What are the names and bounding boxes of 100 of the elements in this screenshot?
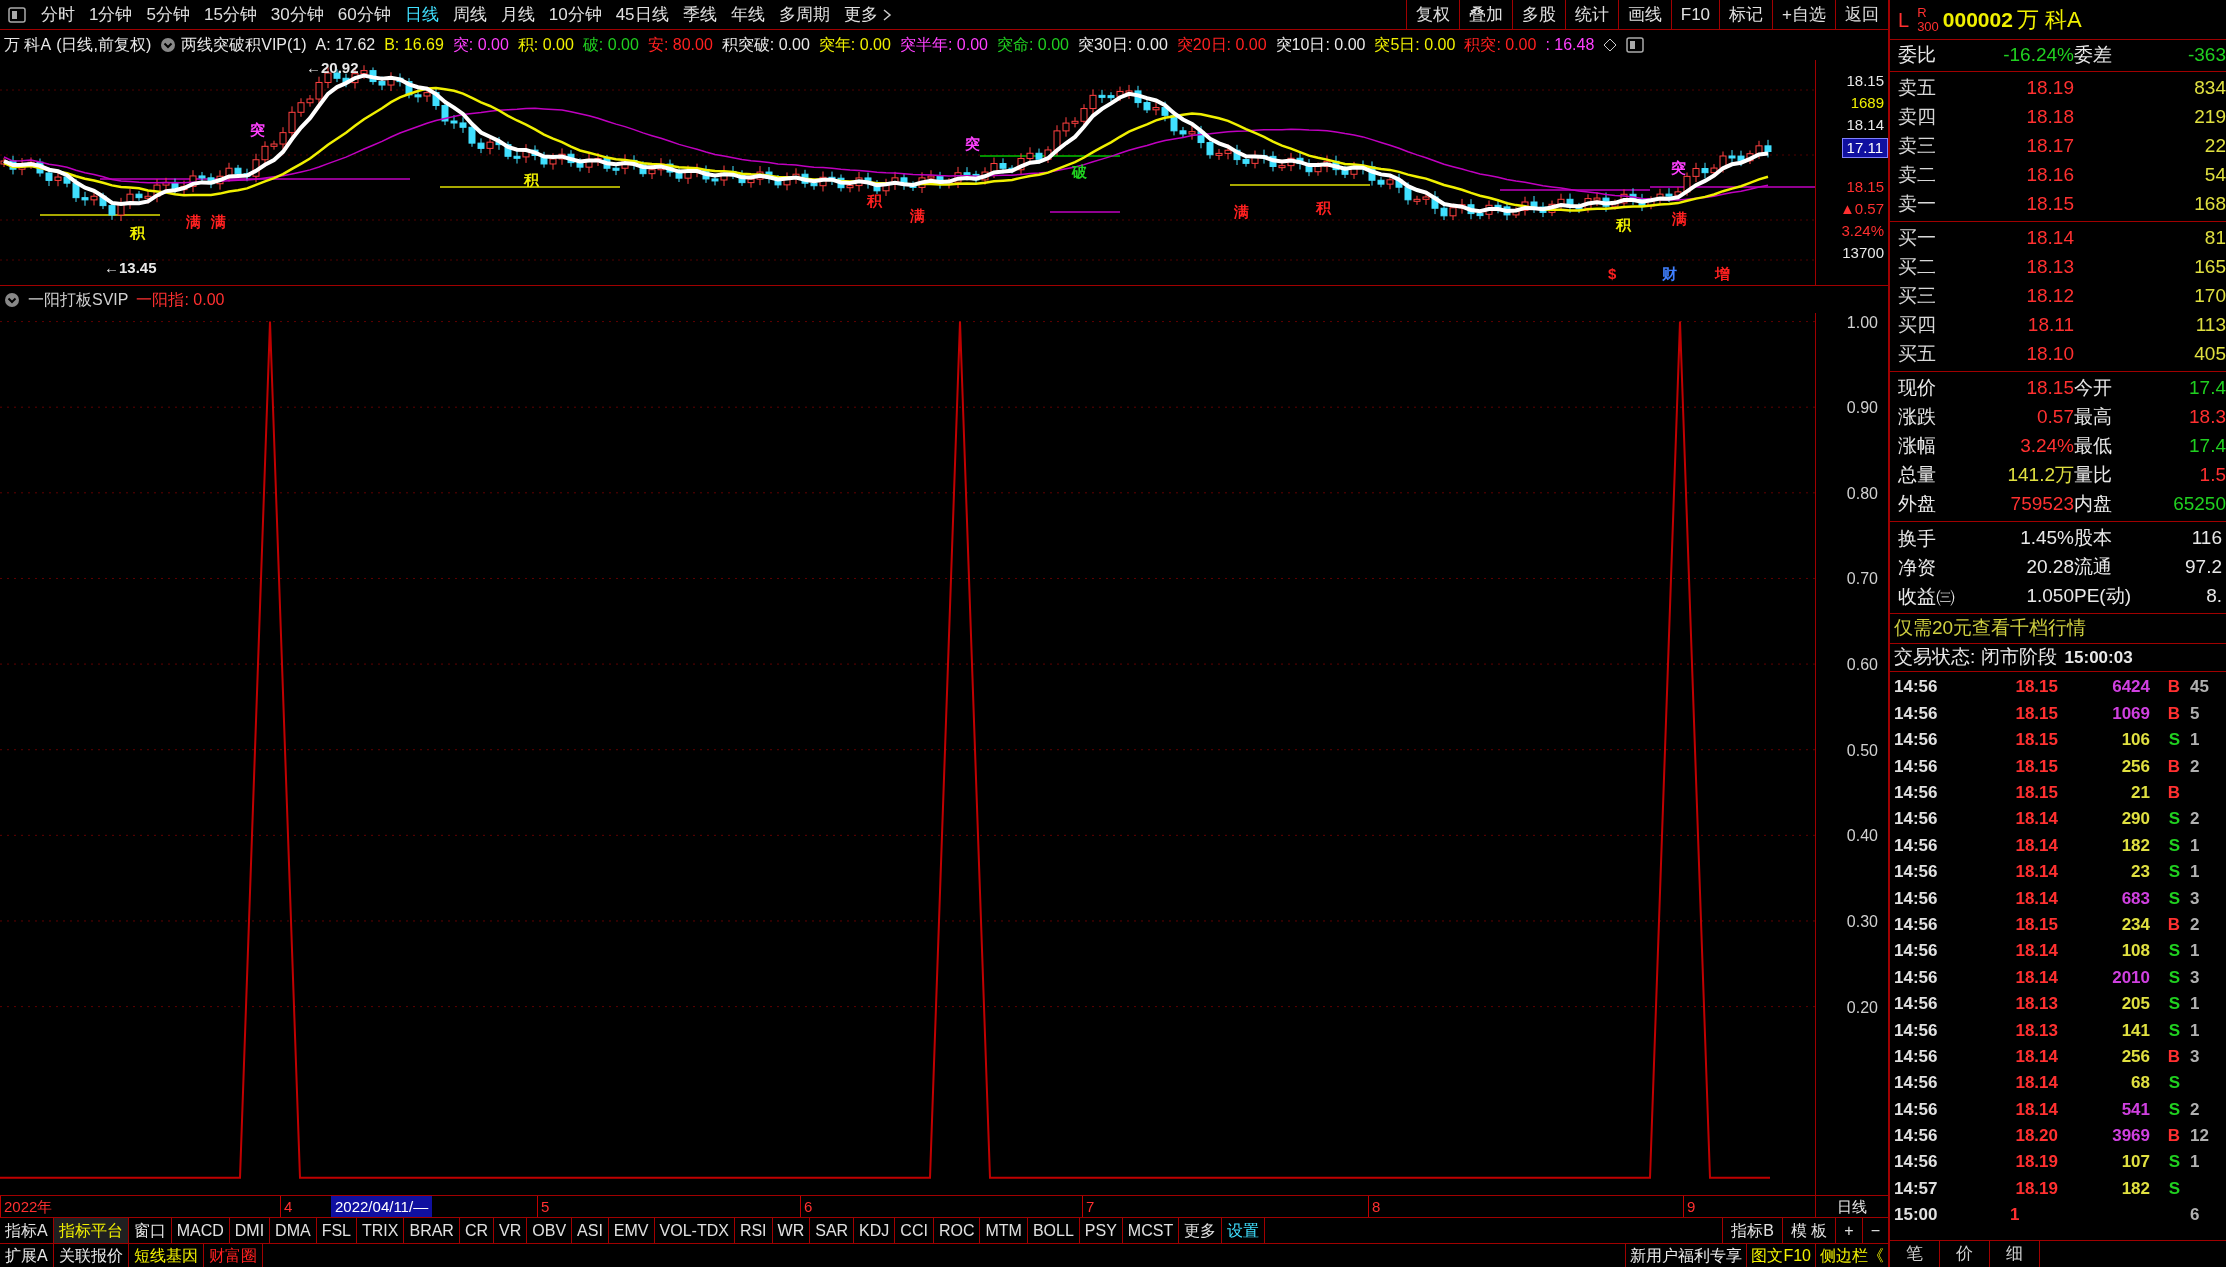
indicator-tab[interactable]: 更多 — [1179, 1218, 1223, 1243]
indicator-tab[interactable]: BRAR — [404, 1218, 460, 1243]
tick-volume: 205 — [2120, 993, 2150, 1016]
axis-tick-label: 0.60 — [1846, 656, 1878, 674]
period-tab[interactable]: 周线 — [445, 0, 494, 29]
tick-volume: 3969 — [2111, 1125, 2150, 1148]
toolbar-button[interactable]: 复权 — [1405, 0, 1459, 29]
period-tab[interactable]: 分时 — [34, 0, 82, 29]
indicator-tab[interactable]: OBV — [527, 1218, 573, 1243]
footer-tab[interactable]: 扩展A — [0, 1244, 54, 1267]
indicator-tab[interactable]: EMV — [608, 1218, 655, 1243]
price-axis-label: 18.15 — [1846, 72, 1884, 90]
period-tab[interactable]: 1分钟 — [82, 0, 140, 29]
panel-button[interactable]: 指标B — [1722, 1218, 1782, 1243]
indicator-tab[interactable]: CR — [459, 1218, 495, 1243]
dropdown-icon[interactable] — [160, 37, 177, 53]
diamond-icon[interactable] — [1603, 38, 1618, 52]
status-time: 15:00:03 — [2064, 646, 2133, 669]
indicator-tab[interactable]: 窗口 — [128, 1218, 172, 1243]
indicator-tab[interactable]: DMA — [270, 1218, 317, 1243]
period-tab[interactable]: 月线 — [493, 0, 542, 29]
toolbar-button[interactable]: 返回 — [1835, 0, 1888, 29]
footer-link[interactable]: 新用户福利专享 — [1625, 1244, 1747, 1267]
footer-link[interactable]: 图文F10 — [1746, 1244, 1815, 1267]
price-axis-label: 13700 — [1842, 244, 1884, 262]
detail-tab[interactable]: 细 — [1990, 1241, 2040, 1267]
indicator-tab[interactable]: BOLL — [1027, 1218, 1080, 1243]
indicator-tab[interactable]: DMI — [229, 1218, 271, 1243]
indicator-tab[interactable]: ROC — [933, 1218, 981, 1243]
period-tab[interactable]: 日线 — [397, 0, 446, 29]
period-tab[interactable]: 季线 — [675, 0, 724, 29]
indicator-value: 突30日: 0.00 — [1077, 35, 1168, 55]
time-axis-label: 9 — [1683, 1196, 1696, 1217]
toolbar-button[interactable]: 多股 — [1511, 0, 1565, 29]
tick-volume: 141 — [2120, 1019, 2150, 1042]
trade-side: S — [2167, 729, 2180, 752]
footer-tab[interactable]: 财富圈 — [203, 1244, 263, 1267]
detail-tab[interactable]: 价 — [1940, 1241, 1990, 1267]
period-tab[interactable]: 5分钟 — [139, 0, 197, 29]
toolbar-button[interactable]: 统计 — [1564, 0, 1618, 29]
tick-price: 18.13 — [2014, 993, 2058, 1016]
indicator-value: 突半年: 0.00 — [899, 35, 988, 55]
toolbar-button[interactable]: 画线 — [1617, 0, 1671, 29]
field-label: 股本 — [2074, 526, 2113, 551]
panel-toggle-icon[interactable] — [1626, 37, 1645, 53]
indicator-tab[interactable]: TRIX — [357, 1218, 405, 1243]
indicator-tab[interactable]: VR — [494, 1218, 528, 1243]
tick-count: 2 — [2189, 808, 2200, 831]
tick-volume: 21 — [2130, 782, 2150, 804]
period-tab[interactable]: 45日线 — [608, 0, 676, 29]
indicator-tab[interactable]: VOL-TDX — [654, 1218, 735, 1243]
indicator-tab[interactable]: PSY — [1079, 1218, 1123, 1243]
indicator-tab[interactable]: CCI — [895, 1218, 934, 1243]
time-axis-label: 6 — [800, 1196, 813, 1217]
indicator-tab[interactable]: SAR — [810, 1218, 855, 1243]
dropdown-icon[interactable] — [4, 291, 20, 308]
indicator-tab[interactable]: 设置 — [1222, 1218, 1266, 1243]
period-tab[interactable]: 多周期 — [771, 0, 837, 29]
indicator-tab[interactable]: ASI — [572, 1218, 609, 1243]
indicator-tab[interactable]: RSI — [734, 1218, 773, 1243]
indicator-tab[interactable]: KDJ — [854, 1218, 896, 1243]
footer-tab[interactable]: 短线基因 — [128, 1244, 204, 1267]
indicator-tab[interactable]: WR — [772, 1218, 811, 1243]
panel-button[interactable]: 模 板 — [1781, 1218, 1836, 1243]
price-axis-label: 3.24% — [1841, 222, 1884, 240]
footer-link[interactable]: 侧边栏《 — [1815, 1244, 1888, 1267]
panel-button[interactable]: + — [1835, 1218, 1862, 1243]
indicator-value: 突命: 0.00 — [996, 35, 1069, 55]
trading-status: 交易状态: 闭市阶段 — [1894, 645, 2057, 670]
period-tab[interactable]: 30分钟 — [263, 0, 331, 29]
tick-volume: 1069 — [2111, 702, 2150, 725]
indicator-tab[interactable]: 指标平台 — [53, 1218, 129, 1243]
promo-link[interactable]: 仅需20元查看千档行情 — [1894, 614, 2087, 643]
order-price: 18.12 — [2025, 284, 2074, 309]
order-level-label: 卖三 — [1898, 134, 1937, 159]
toolbar-button[interactable]: F10 — [1670, 0, 1720, 29]
period-tab[interactable]: 更多 — [836, 0, 899, 29]
period-tab[interactable]: 15分钟 — [196, 0, 264, 29]
panel-button[interactable]: − — [1861, 1218, 1888, 1243]
trade-side: S — [2167, 1151, 2180, 1174]
toolbar-button[interactable]: 标记 — [1719, 0, 1773, 29]
trade-side: S — [2167, 1098, 2180, 1121]
price-axis-label: 18.14 — [1846, 116, 1884, 134]
detail-tab[interactable]: 笔 — [1890, 1241, 1940, 1267]
period-tab[interactable]: 年线 — [723, 0, 772, 29]
order-level-label: 卖一 — [1898, 192, 1937, 217]
period-tab[interactable]: 60分钟 — [330, 0, 398, 29]
indicator-tab[interactable]: MCST — [1122, 1218, 1180, 1243]
cursor-date-label: 2022/04/11/— — [331, 1196, 433, 1217]
axis-tick-label: 0.80 — [1846, 484, 1878, 502]
panel-toggle-icon[interactable] — [8, 6, 26, 23]
indicator-tab[interactable]: 指标A — [0, 1218, 54, 1243]
indicator-tab[interactable]: FSL — [316, 1218, 357, 1243]
period-tab[interactable]: 10分钟 — [541, 0, 609, 29]
indicator-tab[interactable]: MTM — [980, 1218, 1028, 1243]
footer-tab[interactable]: 关联报价 — [53, 1244, 129, 1267]
indicator-tab[interactable]: MACD — [171, 1218, 230, 1243]
toolbar-button[interactable]: 叠加 — [1458, 0, 1512, 29]
toolbar-button[interactable]: +自选 — [1772, 0, 1835, 29]
field-label: PE(动) — [2074, 584, 2132, 609]
